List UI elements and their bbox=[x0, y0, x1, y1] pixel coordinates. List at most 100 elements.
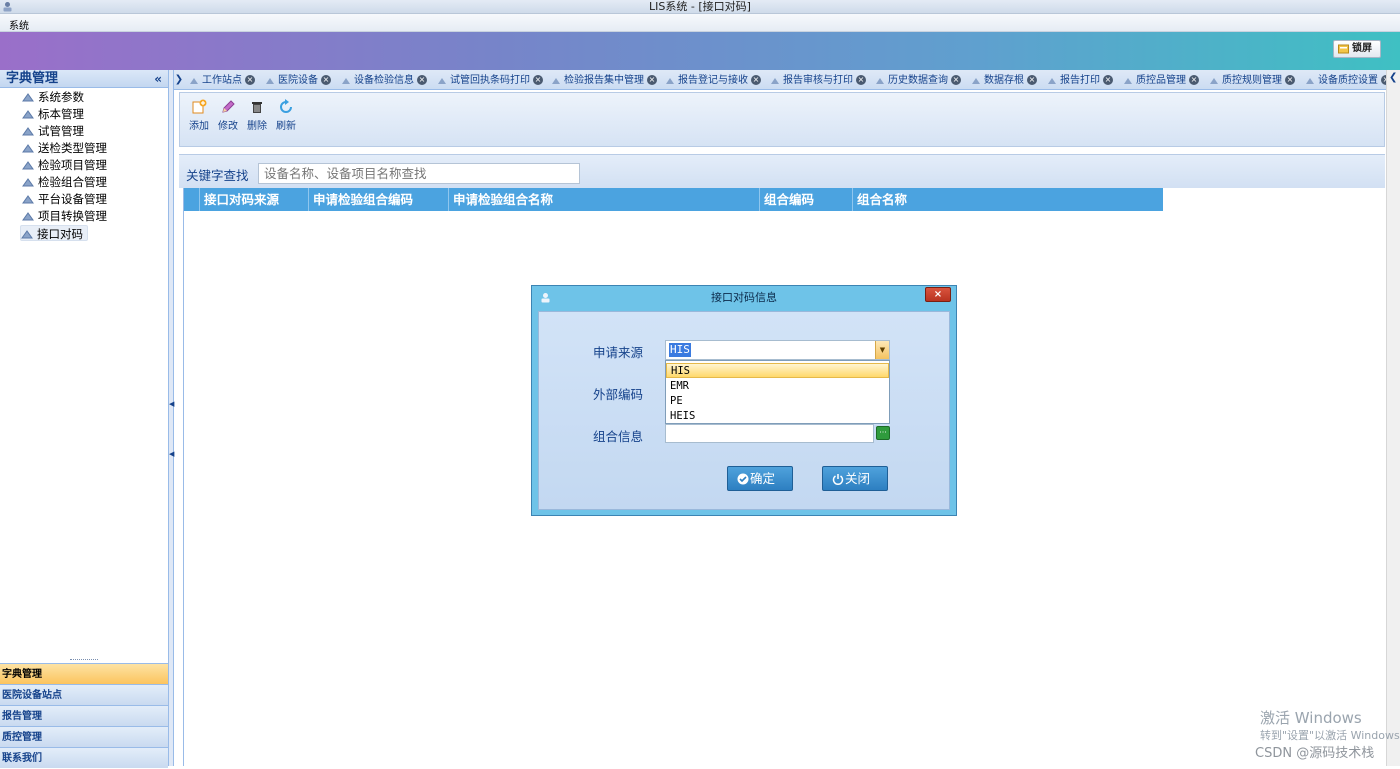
tab-close-icon[interactable]: × bbox=[533, 75, 543, 85]
tab-label: 检验报告集中管理 bbox=[564, 75, 644, 86]
tab-label: 医院设备 bbox=[278, 75, 318, 86]
edit-button[interactable]: 修改 bbox=[213, 97, 243, 135]
sidebar-item-specimen[interactable]: 标本管理 bbox=[22, 106, 84, 122]
add-button[interactable]: 添加 bbox=[184, 97, 214, 135]
dropdown-option-his[interactable]: HIS bbox=[666, 363, 889, 378]
tab-label: 设备检验信息 bbox=[354, 75, 414, 86]
tab-close-icon[interactable]: × bbox=[1189, 75, 1199, 85]
column-header-request-code[interactable]: 申请检验组合编码 bbox=[309, 188, 449, 211]
sidebar-item-label: 试管管理 bbox=[38, 124, 84, 138]
tab-close-icon[interactable]: × bbox=[951, 75, 961, 85]
window-title-bar: LIS系统 - [接口对码] bbox=[0, 0, 1400, 14]
left-navigation-panel: 字典管理 « 系统参数 标本管理 试管管理 送检类型管理 检验项目管理 检验组合… bbox=[0, 70, 169, 768]
refresh-button[interactable]: 刷新 bbox=[271, 97, 301, 135]
search-label: 关键字查找 bbox=[186, 168, 249, 183]
source-combobox[interactable]: HIS ▼ bbox=[665, 340, 890, 360]
tab-close-icon[interactable]: × bbox=[751, 75, 761, 85]
tab-label: 报告登记与接收 bbox=[678, 75, 748, 86]
accordion-dictionary[interactable]: 字典管理 bbox=[0, 663, 168, 684]
sidebar-item-item-convert[interactable]: 项目转换管理 bbox=[22, 208, 107, 224]
tab-label: 质控规则管理 bbox=[1222, 75, 1282, 86]
tab-data-stub[interactable]: 数据存根 × bbox=[968, 72, 1038, 89]
sidebar-item-platform-device[interactable]: 平台设备管理 bbox=[22, 191, 107, 207]
column-header-group-code[interactable]: 组合编码 bbox=[760, 188, 853, 211]
external-code-label: 外部编码 bbox=[593, 387, 644, 402]
sidebar-title: 字典管理 bbox=[6, 71, 59, 86]
tab-qc-material[interactable]: 质控品管理 × bbox=[1120, 72, 1200, 89]
tab-report-center[interactable]: 检验报告集中管理 × bbox=[548, 72, 658, 89]
tab-icon bbox=[190, 78, 198, 84]
tab-icon bbox=[1048, 78, 1056, 84]
sidebar-item-submit-type[interactable]: 送检类型管理 bbox=[22, 140, 107, 156]
menu-system[interactable]: 系统 bbox=[9, 17, 29, 32]
dialog-title: 接口对码信息 bbox=[711, 291, 777, 304]
tab-device-qc-settings[interactable]: 设备质控设置 × bbox=[1302, 72, 1386, 89]
lock-screen-button[interactable]: 锁屏 bbox=[1333, 40, 1381, 58]
tab-device-test-info[interactable]: 设备检验信息 × bbox=[338, 72, 428, 89]
delete-label: 删除 bbox=[247, 121, 267, 132]
dropdown-option-pe[interactable]: PE bbox=[666, 394, 889, 409]
window-title: LIS系统 - [接口对码] bbox=[649, 0, 751, 13]
dropdown-option-emr[interactable]: EMR bbox=[666, 379, 889, 394]
group-lookup-icon[interactable]: ··· bbox=[876, 426, 890, 440]
search-input[interactable] bbox=[258, 163, 580, 184]
tab-tube-barcode-print[interactable]: 试管回执条码打印 × bbox=[434, 72, 544, 89]
tab-qc-rules[interactable]: 质控规则管理 × bbox=[1206, 72, 1296, 89]
tab-history-query[interactable]: 历史数据查询 × bbox=[872, 72, 962, 89]
collapse-icon[interactable]: « bbox=[154, 70, 162, 88]
close-button[interactable]: 关闭 bbox=[822, 466, 888, 491]
dropdown-option-heis[interactable]: HEIS bbox=[666, 409, 889, 424]
tab-close-icon[interactable]: × bbox=[321, 75, 331, 85]
windows-activation-hint: 转到"设置"以激活 Windows bbox=[1260, 729, 1400, 742]
confirm-button[interactable]: 确定 bbox=[727, 466, 793, 491]
lock-screen-label: 锁屏 bbox=[1352, 43, 1372, 54]
tab-label: 试管回执条码打印 bbox=[450, 75, 530, 86]
tab-label: 工作站点 bbox=[202, 75, 242, 86]
tab-scroll-left-icon[interactable]: ❯ bbox=[174, 72, 184, 88]
column-header-request-name[interactable]: 申请检验组合名称 bbox=[449, 188, 760, 211]
dialog-close-button[interactable]: × bbox=[925, 287, 951, 302]
toolbar: 添加 修改 删除 刷新 bbox=[179, 92, 1385, 147]
tab-icon bbox=[552, 78, 560, 84]
tab-hospital-device[interactable]: 医院设备 × bbox=[262, 72, 332, 89]
tab-close-icon[interactable]: × bbox=[245, 75, 255, 85]
group-info-label: 组合信息 bbox=[593, 429, 644, 444]
sidebar-item-test-group[interactable]: 检验组合管理 bbox=[22, 174, 107, 190]
panel-splitter-handle[interactable] bbox=[70, 659, 98, 662]
sidebar-item-label: 标本管理 bbox=[38, 107, 84, 121]
tab-report-print[interactable]: 报告打印 × bbox=[1044, 72, 1114, 89]
tab-icon bbox=[438, 78, 446, 84]
tree-node-icon bbox=[22, 178, 34, 187]
dialog-title-bar[interactable]: 接口对码信息 bbox=[532, 286, 956, 310]
tab-close-icon[interactable]: × bbox=[1027, 75, 1037, 85]
tab-scroll-right-icon[interactable]: ❮ bbox=[1389, 72, 1397, 83]
tab-label: 设备质控设置 bbox=[1318, 75, 1378, 86]
tab-report-register[interactable]: 报告登记与接收 × bbox=[662, 72, 762, 89]
tab-report-review[interactable]: 报告审核与打印 × bbox=[767, 72, 867, 89]
tab-icon bbox=[972, 78, 980, 84]
interface-code-dialog: 接口对码信息 × 申请来源 HIS ▼ HIS EMR PE HEIS 外部编码… bbox=[531, 285, 957, 516]
group-info-input[interactable] bbox=[665, 424, 874, 443]
sidebar-item-system-params[interactable]: 系统参数 bbox=[22, 89, 84, 105]
chevron-down-icon[interactable]: ▼ bbox=[875, 341, 889, 359]
column-header-source[interactable]: 接口对码来源 bbox=[200, 188, 309, 211]
accordion-report[interactable]: 报告管理 bbox=[0, 705, 168, 726]
grid-row-number-header bbox=[184, 188, 200, 211]
sidebar-item-label: 送检类型管理 bbox=[38, 141, 107, 155]
tab-workstation[interactable]: 工作站点 × bbox=[186, 72, 256, 89]
sidebar-item-interface-code[interactable]: 接口对码 bbox=[20, 225, 88, 241]
column-header-group-name[interactable]: 组合名称 bbox=[853, 188, 1163, 211]
splitter-arrow-icon: ◀ bbox=[169, 400, 175, 408]
tab-close-icon[interactable]: × bbox=[1285, 75, 1295, 85]
tab-close-icon[interactable]: × bbox=[1103, 75, 1113, 85]
accordion-quality-control[interactable]: 质控管理 bbox=[0, 726, 168, 747]
sidebar-item-test-item[interactable]: 检验项目管理 bbox=[22, 157, 107, 173]
vertical-splitter[interactable]: ◀ ◀ bbox=[169, 70, 174, 766]
tab-close-icon[interactable]: × bbox=[856, 75, 866, 85]
accordion-contact[interactable]: 联系我们 bbox=[0, 747, 168, 768]
tab-close-icon[interactable]: × bbox=[417, 75, 427, 85]
delete-button[interactable]: 删除 bbox=[242, 97, 272, 135]
tab-close-icon[interactable]: × bbox=[647, 75, 657, 85]
sidebar-item-tube[interactable]: 试管管理 bbox=[22, 123, 84, 139]
accordion-hospital-device[interactable]: 医院设备站点 bbox=[0, 684, 168, 705]
